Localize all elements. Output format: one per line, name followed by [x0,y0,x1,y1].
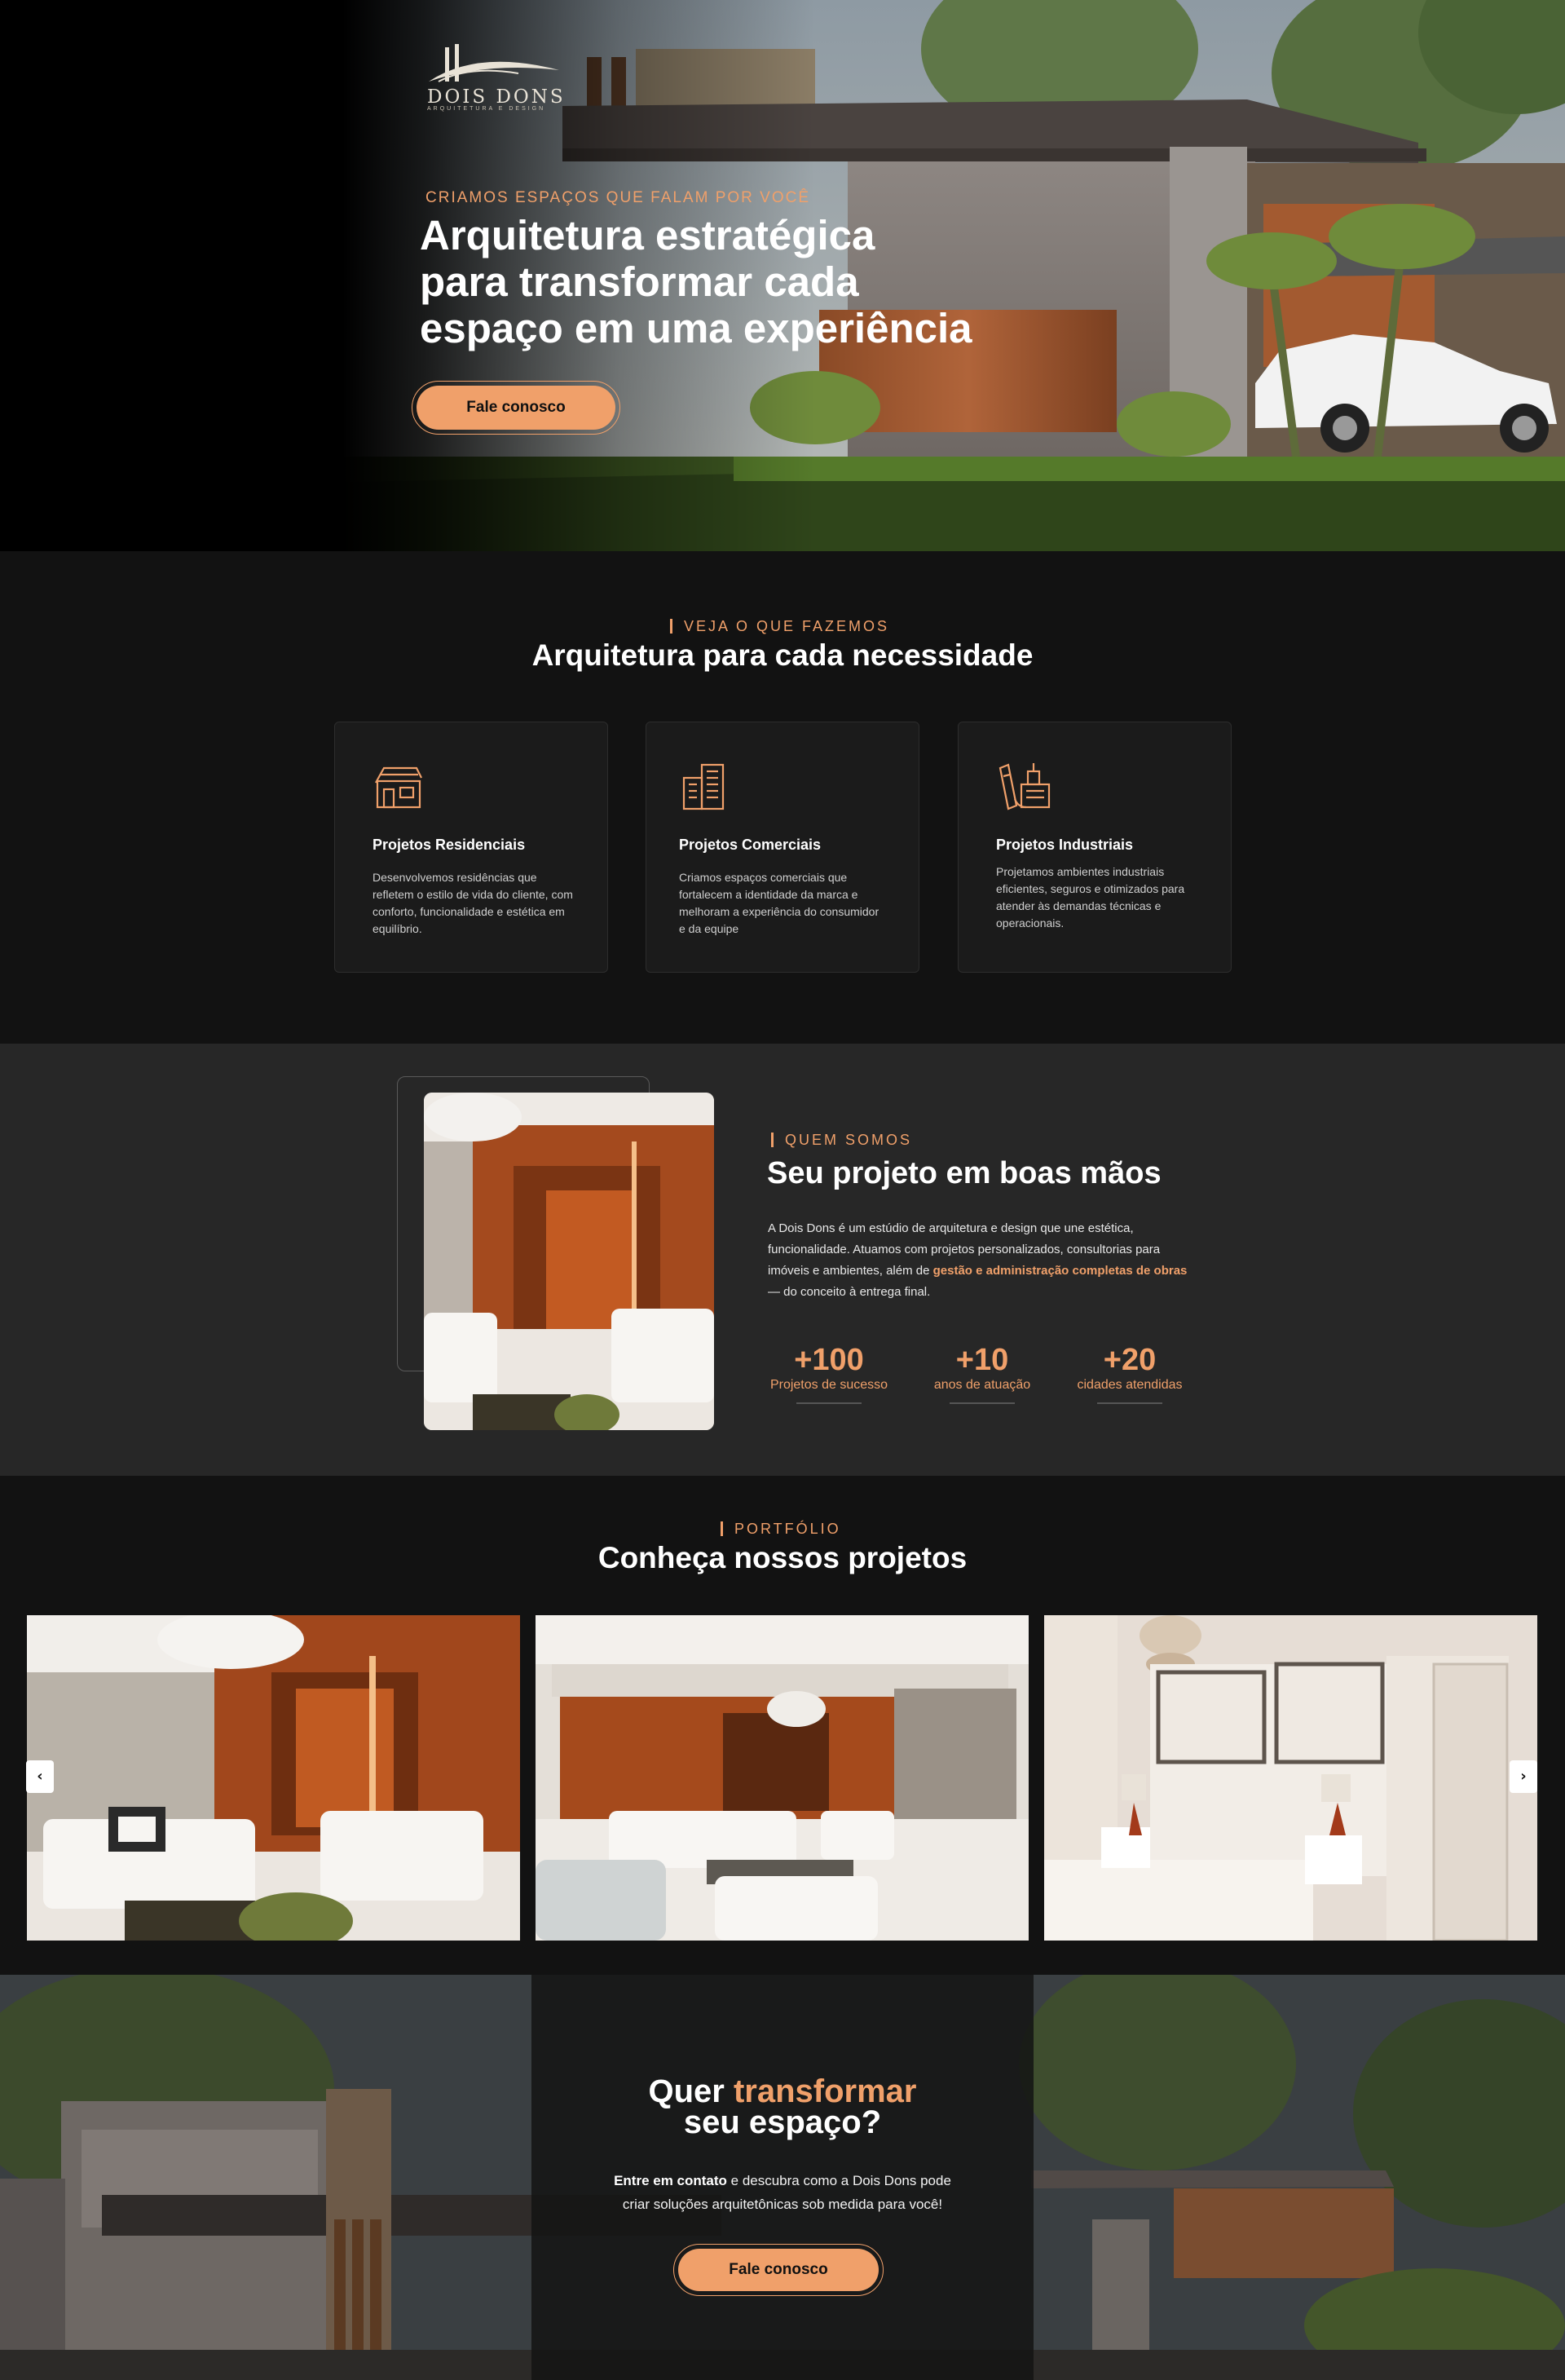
hero-contact-button[interactable]: Fale conosco [417,386,615,430]
service-card-title: Projetos Residenciais [373,837,526,853]
cta-description: Entre em contato e descubra como a Dois … [531,2169,1034,2216]
hero-section: DOIS DONS ARQUITETURA E DESIGN CRIAMOS E… [0,0,1565,551]
portfolio-title: Conheça nossos projetos [597,1541,968,1574]
service-card-industrial[interactable]: Projetos Industriais Projetamos ambiente… [958,722,1232,973]
cta-text-bold: Entre em contato [614,2173,727,2188]
cta-button-outline: Fale conosco [673,2244,884,2296]
hero-title-line: espaço em uma experiência [420,305,972,351]
stat-projects: +100 Projetos de sucesso [766,1344,892,1404]
service-card-title: Projetos Industriais [996,837,1134,853]
stat-cities: +20 cidades atendidas [1065,1344,1195,1404]
about-title: Seu projeto em boas mãos [767,1156,1162,1190]
cta-contact-button[interactable]: Fale conosco [678,2249,879,2291]
about-text-part: — do conceito à entrega final. [768,1285,931,1299]
carousel-prev-button[interactable]: ‹ [26,1760,54,1793]
stat-label: Projetos de sucesso [769,1378,888,1392]
cta-text-part: e descubra como a Dois Dons pode [726,2173,951,2188]
cta-title-end: seu espaço? [683,2104,882,2140]
brand-logo[interactable]: DOIS DONS ARQUITETURA E DESIGN [421,41,567,116]
hero-cta-outline: Fale conosco [412,381,620,435]
stat-value: +20 [1103,1343,1157,1377]
cta-text-part: criar soluções arquitetônicas sob medida… [622,2197,943,2212]
service-card-residential[interactable]: Projetos Residenciais Desenvolvemos resi… [334,722,608,973]
services-eyebrow: VEJA O QUE FAZEMOS [670,619,889,634]
blueprint-icon [999,763,1051,810]
hero-title-line: para transformar cada [420,258,859,305]
about-description: A Dois Dons é um estúdio de arquitetura … [768,1218,1192,1303]
logo-mark-icon [429,44,559,82]
services-title: Arquitetura para cada necessidade [531,638,1034,672]
stat-label: anos de atuação [933,1378,1031,1392]
stat-divider [1097,1402,1162,1404]
service-card-text: Projetamos ambientes industriais eficien… [996,865,1185,929]
portfolio-eyebrow: PORTFÓLIO [721,1521,841,1536]
carousel-next-button[interactable]: › [1510,1760,1537,1793]
service-card-text: Criamos espaços comerciais que fortalece… [679,871,879,935]
stat-value: +10 [955,1343,1009,1377]
hero-title-line: Arquitetura estratégica [420,212,875,258]
house-icon [375,766,422,809]
hero-eyebrow: CRIAMOS ESPAÇOS QUE FALAM POR VOCÊ [425,189,811,206]
portfolio-section: PORTFÓLIO Conheça nossos projetos ‹ › [0,1476,1565,1975]
cta-section: Quer transformar seu espaço? Entre em co… [0,1975,1565,2380]
stat-label: cidades atendidas [1077,1378,1183,1392]
about-section: QUEM SOMOS Seu projeto em boas mãos A Do… [0,1044,1565,1476]
buildings-icon [682,763,725,810]
stat-divider [796,1402,862,1404]
hero-title: Arquitetura estratégica para transformar… [420,212,1039,351]
portfolio-image-lounge[interactable] [536,1615,1029,1941]
chevron-left-icon: ‹ [37,1768,43,1785]
service-card-commercial[interactable]: Projetos Comerciais Criamos espaços come… [646,722,919,973]
services-section: VEJA O QUE FAZEMOS Arquitetura para cada… [0,551,1565,1044]
stat-value: +100 [794,1343,864,1377]
chevron-right-icon: › [1520,1768,1527,1785]
stat-divider [950,1402,1015,1404]
portfolio-image-bedroom[interactable] [1044,1615,1537,1941]
logo-tagline: ARQUITETURA E DESIGN [427,106,546,112]
logo-wordmark: DOIS DONS [427,86,566,108]
service-card-title: Projetos Comerciais [679,837,822,853]
service-card-text: Desenvolvemos residências que refletem o… [373,871,573,935]
stat-years: +10 anos de atuação [921,1344,1043,1404]
about-interior-photo [424,1093,714,1430]
about-text-highlight: gestão e administração completas de obra… [932,1264,1188,1278]
portfolio-image-living-room[interactable] [27,1615,520,1941]
cta-title: Quer transformar seu espaço? [531,2075,1034,2140]
about-eyebrow: QUEM SOMOS [771,1133,912,1147]
